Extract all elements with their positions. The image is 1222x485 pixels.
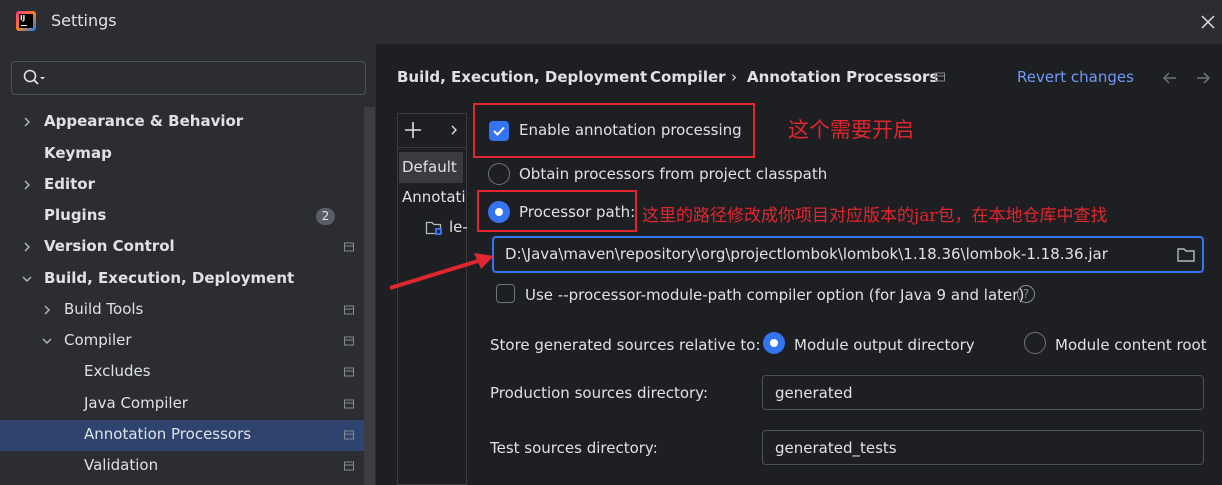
- chevron-right-icon[interactable]: [448, 123, 460, 137]
- help-icon[interactable]: ?: [1017, 285, 1035, 303]
- sidebar-item-build-execution-deployment[interactable]: Build, Execution, Deployment: [0, 264, 364, 295]
- project-scope-icon: [344, 461, 354, 471]
- chevron-right-icon: [24, 242, 30, 252]
- obtain-from-classpath-label: Obtain processors from project classpath: [519, 165, 828, 183]
- production-sources-directory-value: generated: [775, 384, 853, 402]
- project-scope-icon: [935, 72, 945, 82]
- sidebar-item-java-compiler[interactable]: Java Compiler: [0, 389, 364, 420]
- sidebar-item-compiler[interactable]: Compiler: [0, 326, 364, 357]
- close-icon[interactable]: [1196, 10, 1220, 34]
- window-title: Settings: [51, 11, 117, 30]
- sidebar-item-label: Editor: [44, 175, 95, 193]
- divider: [398, 147, 466, 148]
- sidebar-item-label: Appearance & Behavior: [44, 112, 244, 130]
- module-content-root-label: Module content root: [1055, 336, 1207, 354]
- folder-icon[interactable]: [1176, 246, 1196, 264]
- processor-path-radio[interactable]: [488, 201, 510, 223]
- module-content-root-radio[interactable]: [1024, 332, 1046, 354]
- breadcrumb-item: Annotation Processors: [747, 68, 939, 86]
- enable-annotation-processing-checkbox[interactable]: [489, 121, 509, 141]
- breadcrumb-separator: ›: [634, 68, 640, 86]
- test-sources-directory-value: generated_tests: [775, 439, 897, 457]
- project-scope-icon: [344, 336, 354, 346]
- processor-path-value: D:\Java\maven\repository\org\projectlomb…: [505, 245, 1108, 263]
- settings-search-input[interactable]: [11, 61, 366, 95]
- chevron-right-icon: [24, 180, 30, 190]
- annotation-note-enable: 这个需要开启: [788, 118, 914, 142]
- title-bar: [0, 0, 1222, 44]
- processor-module-path-checkbox[interactable]: [496, 284, 515, 303]
- check-icon: [493, 126, 505, 136]
- sidebar-scrollbar[interactable]: [364, 107, 375, 485]
- store-generated-sources-label: Store generated sources relative to:: [490, 336, 761, 354]
- module-output-directory-label: Module output directory: [794, 336, 975, 354]
- sidebar-item-label: Version Control: [44, 237, 175, 255]
- sidebar-item-excludes[interactable]: Excludes: [0, 357, 364, 388]
- sidebar-item-plugins[interactable]: Plugins: [0, 201, 364, 232]
- test-sources-directory-input[interactable]: generated_tests: [762, 430, 1204, 465]
- search-icon: [23, 69, 45, 85]
- chevron-right-icon: [44, 305, 50, 315]
- forward-arrow-icon[interactable]: [1193, 68, 1213, 88]
- sidebar-item-label: Plugins: [44, 206, 107, 224]
- sidebar-item-label: Excludes: [84, 362, 151, 380]
- sidebar-item-label: Keymap: [44, 144, 112, 162]
- add-icon[interactable]: [402, 119, 424, 141]
- breadcrumb-item[interactable]: Compiler: [650, 68, 726, 86]
- production-sources-directory-label: Production sources directory:: [490, 384, 709, 402]
- revert-changes-link[interactable]: Revert changes: [1017, 68, 1134, 86]
- obtain-from-classpath-radio[interactable]: [488, 163, 510, 185]
- breadcrumb-separator: ›: [731, 68, 737, 86]
- sidebar-item-annotation-processors[interactable]: Annotation Processors: [0, 420, 364, 451]
- sidebar-item-label: Build, Execution, Deployment: [44, 269, 295, 287]
- back-arrow-icon[interactable]: [1160, 68, 1180, 88]
- sidebar-item-build-tools[interactable]: Build Tools: [0, 295, 364, 326]
- sidebar-item-validation[interactable]: Validation: [0, 451, 364, 482]
- project-scope-icon: [344, 399, 354, 409]
- project-scope-icon: [344, 305, 354, 315]
- chevron-right-icon: [24, 117, 30, 127]
- plugins-update-badge: 2: [316, 208, 335, 225]
- module-item-label[interactable]: le-: [449, 218, 467, 236]
- sidebar-item-keymap[interactable]: Keymap: [0, 139, 364, 170]
- project-scope-icon: [344, 367, 354, 377]
- processor-path-label: Processor path:: [519, 203, 636, 221]
- processor-module-path-label: Use --processor-module-path compiler opt…: [525, 286, 1025, 304]
- sidebar-item-label: Compiler: [64, 331, 132, 349]
- sidebar-item-label: Annotation Processors: [84, 425, 252, 443]
- annotation-note-path: 这里的路径修改成你项目对应版本的jar包，在本地仓库中查找: [642, 206, 1108, 226]
- project-scope-icon: [344, 430, 354, 440]
- chevron-down-icon: [42, 338, 52, 344]
- breadcrumb-item[interactable]: Build, Execution, Deployment: [397, 68, 647, 86]
- sidebar-item-version-control[interactable]: Version Control: [0, 232, 364, 263]
- sidebar-item-appearance-behavior[interactable]: Appearance & Behavior: [0, 107, 364, 138]
- module-output-directory-radio[interactable]: [763, 332, 785, 354]
- sidebar-item-label: Validation: [84, 456, 159, 474]
- production-sources-directory-input[interactable]: generated: [762, 375, 1204, 410]
- profile-item-label: Default: [402, 158, 457, 176]
- annotation-arrow: [389, 253, 494, 290]
- intellij-logo-icon: IJ: [16, 11, 36, 31]
- test-sources-directory-label: Test sources directory:: [490, 439, 658, 457]
- module-folder-icon: [425, 221, 442, 235]
- project-scope-icon: [344, 242, 354, 252]
- enable-annotation-processing-label: Enable annotation processing: [519, 121, 742, 139]
- chevron-down-icon: [22, 276, 32, 282]
- profile-item-annotation[interactable]: Annotatio: [402, 188, 466, 206]
- sidebar-item-label: Build Tools: [64, 300, 144, 318]
- sidebar-item-editor[interactable]: Editor: [0, 170, 364, 201]
- sidebar-item-label: Java Compiler: [84, 394, 188, 412]
